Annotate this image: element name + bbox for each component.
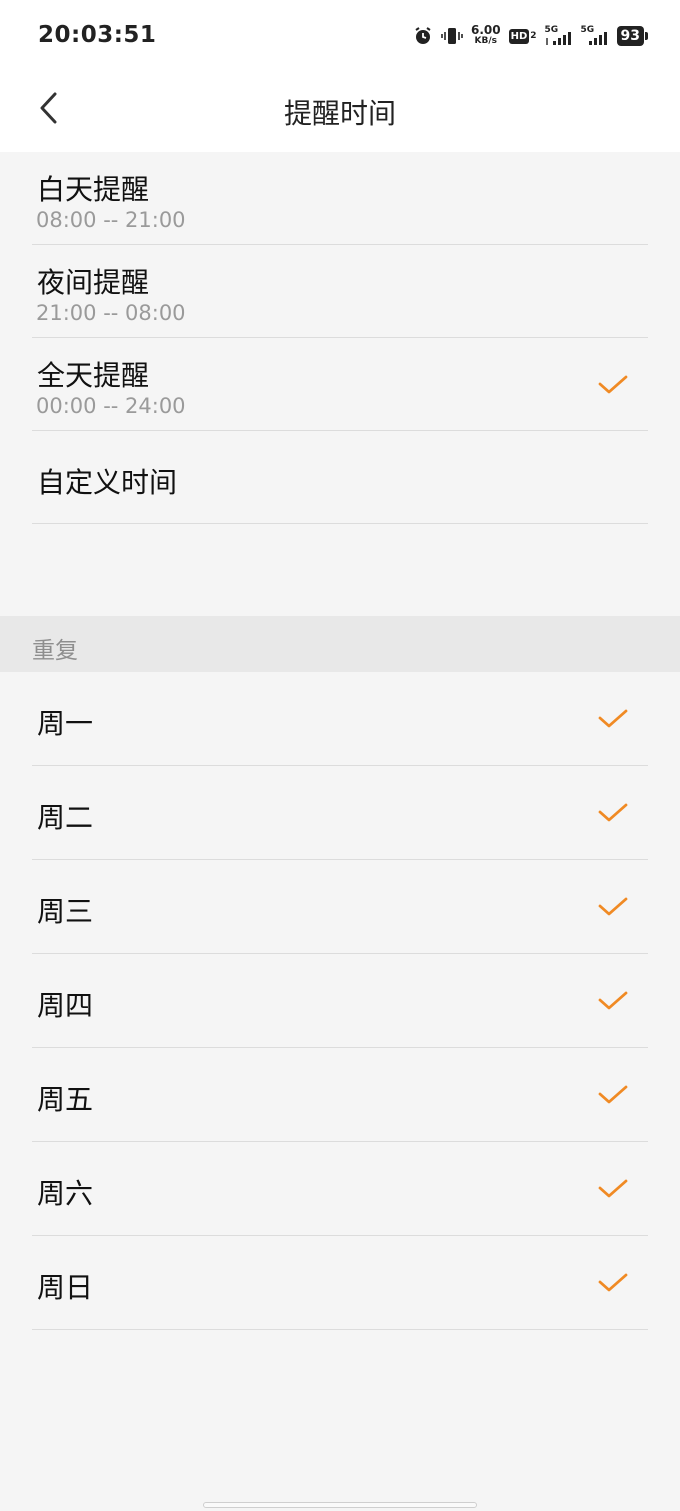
page-title: 提醒时间 [283,97,396,130]
repeat-day-saturday[interactable]: 周六 [32,1142,648,1236]
time-option-range: 00:00 -- 24:00 [36,394,186,418]
repeat-day-friday[interactable]: 周五 [32,1048,648,1142]
repeat-days-list: 周一 周二 周三 周四 周五 周六 周日 [0,672,680,1330]
time-option-range: 21:00 -- 08:00 [36,301,186,325]
repeat-day-tuesday[interactable]: 周二 [32,766,648,860]
checkmark-icon [598,375,628,394]
hd-voice-icon: HD 2 [508,28,537,44]
repeat-day-label: 周三 [37,895,94,928]
repeat-section-header: 重复 [0,616,680,672]
hd-sub: 2 [530,30,537,41]
repeat-day-label: 周五 [37,1083,94,1116]
time-option-title: 全天提醒 [37,359,150,392]
network-speed-unit: KB/s [474,36,498,46]
signal-icon-sim1: 5G [545,25,573,47]
checkmark-icon [598,897,628,916]
repeat-day-label: 周日 [37,1271,94,1304]
time-option-allday[interactable]: 全天提醒 00:00 -- 24:00 [32,338,648,431]
network-speed-value: 6.00 [470,23,501,37]
time-option-daytime[interactable]: 白天提醒 08:00 -- 21:00 [32,152,648,245]
time-options-list: 白天提醒 08:00 -- 21:00 夜间提醒 21:00 -- 08:00 … [0,152,680,524]
checkmark-icon [598,1179,628,1198]
home-indicator[interactable] [203,1502,477,1508]
repeat-day-sunday[interactable]: 周日 [32,1236,648,1330]
time-option-custom[interactable]: 自定义时间 [32,431,648,524]
time-option-range: 08:00 -- 21:00 [36,208,186,232]
nav-header: 提醒时间 [0,70,680,152]
status-icons: 6.00 KB/s HD 2 5G 5G 93 [413,22,649,50]
time-option-night[interactable]: 夜间提醒 21:00 -- 08:00 [32,245,648,338]
signal-icon-sim2: 5G [581,25,609,47]
repeat-day-label: 周四 [37,989,94,1022]
checkmark-icon [598,991,628,1010]
repeat-section-label: 重复 [32,638,78,664]
repeat-day-wednesday[interactable]: 周三 [32,860,648,954]
repeat-day-label: 周二 [37,801,94,834]
checkmark-icon [598,1273,628,1292]
status-time: 20:03:51 [38,22,157,48]
time-option-title: 白天提醒 [37,173,150,206]
time-option-title: 夜间提醒 [37,266,150,299]
alarm-icon [413,26,433,46]
status-bar: 20:03:51 6.00 KB/s HD 2 5G 5G 93 [0,0,680,70]
checkmark-icon [598,1085,628,1104]
checkmark-icon [598,709,628,728]
repeat-day-label: 周一 [37,707,94,740]
network-speed: 6.00 KB/s [470,23,501,47]
repeat-day-thursday[interactable]: 周四 [32,954,648,1048]
battery-icon: 93 [616,26,649,46]
checkmark-icon [598,803,628,822]
time-option-title: 自定义时间 [37,466,178,499]
vibrate-icon [441,26,463,46]
hd-badge: HD [508,28,530,44]
repeat-day-label: 周六 [37,1177,94,1210]
repeat-day-monday[interactable]: 周一 [32,672,648,766]
